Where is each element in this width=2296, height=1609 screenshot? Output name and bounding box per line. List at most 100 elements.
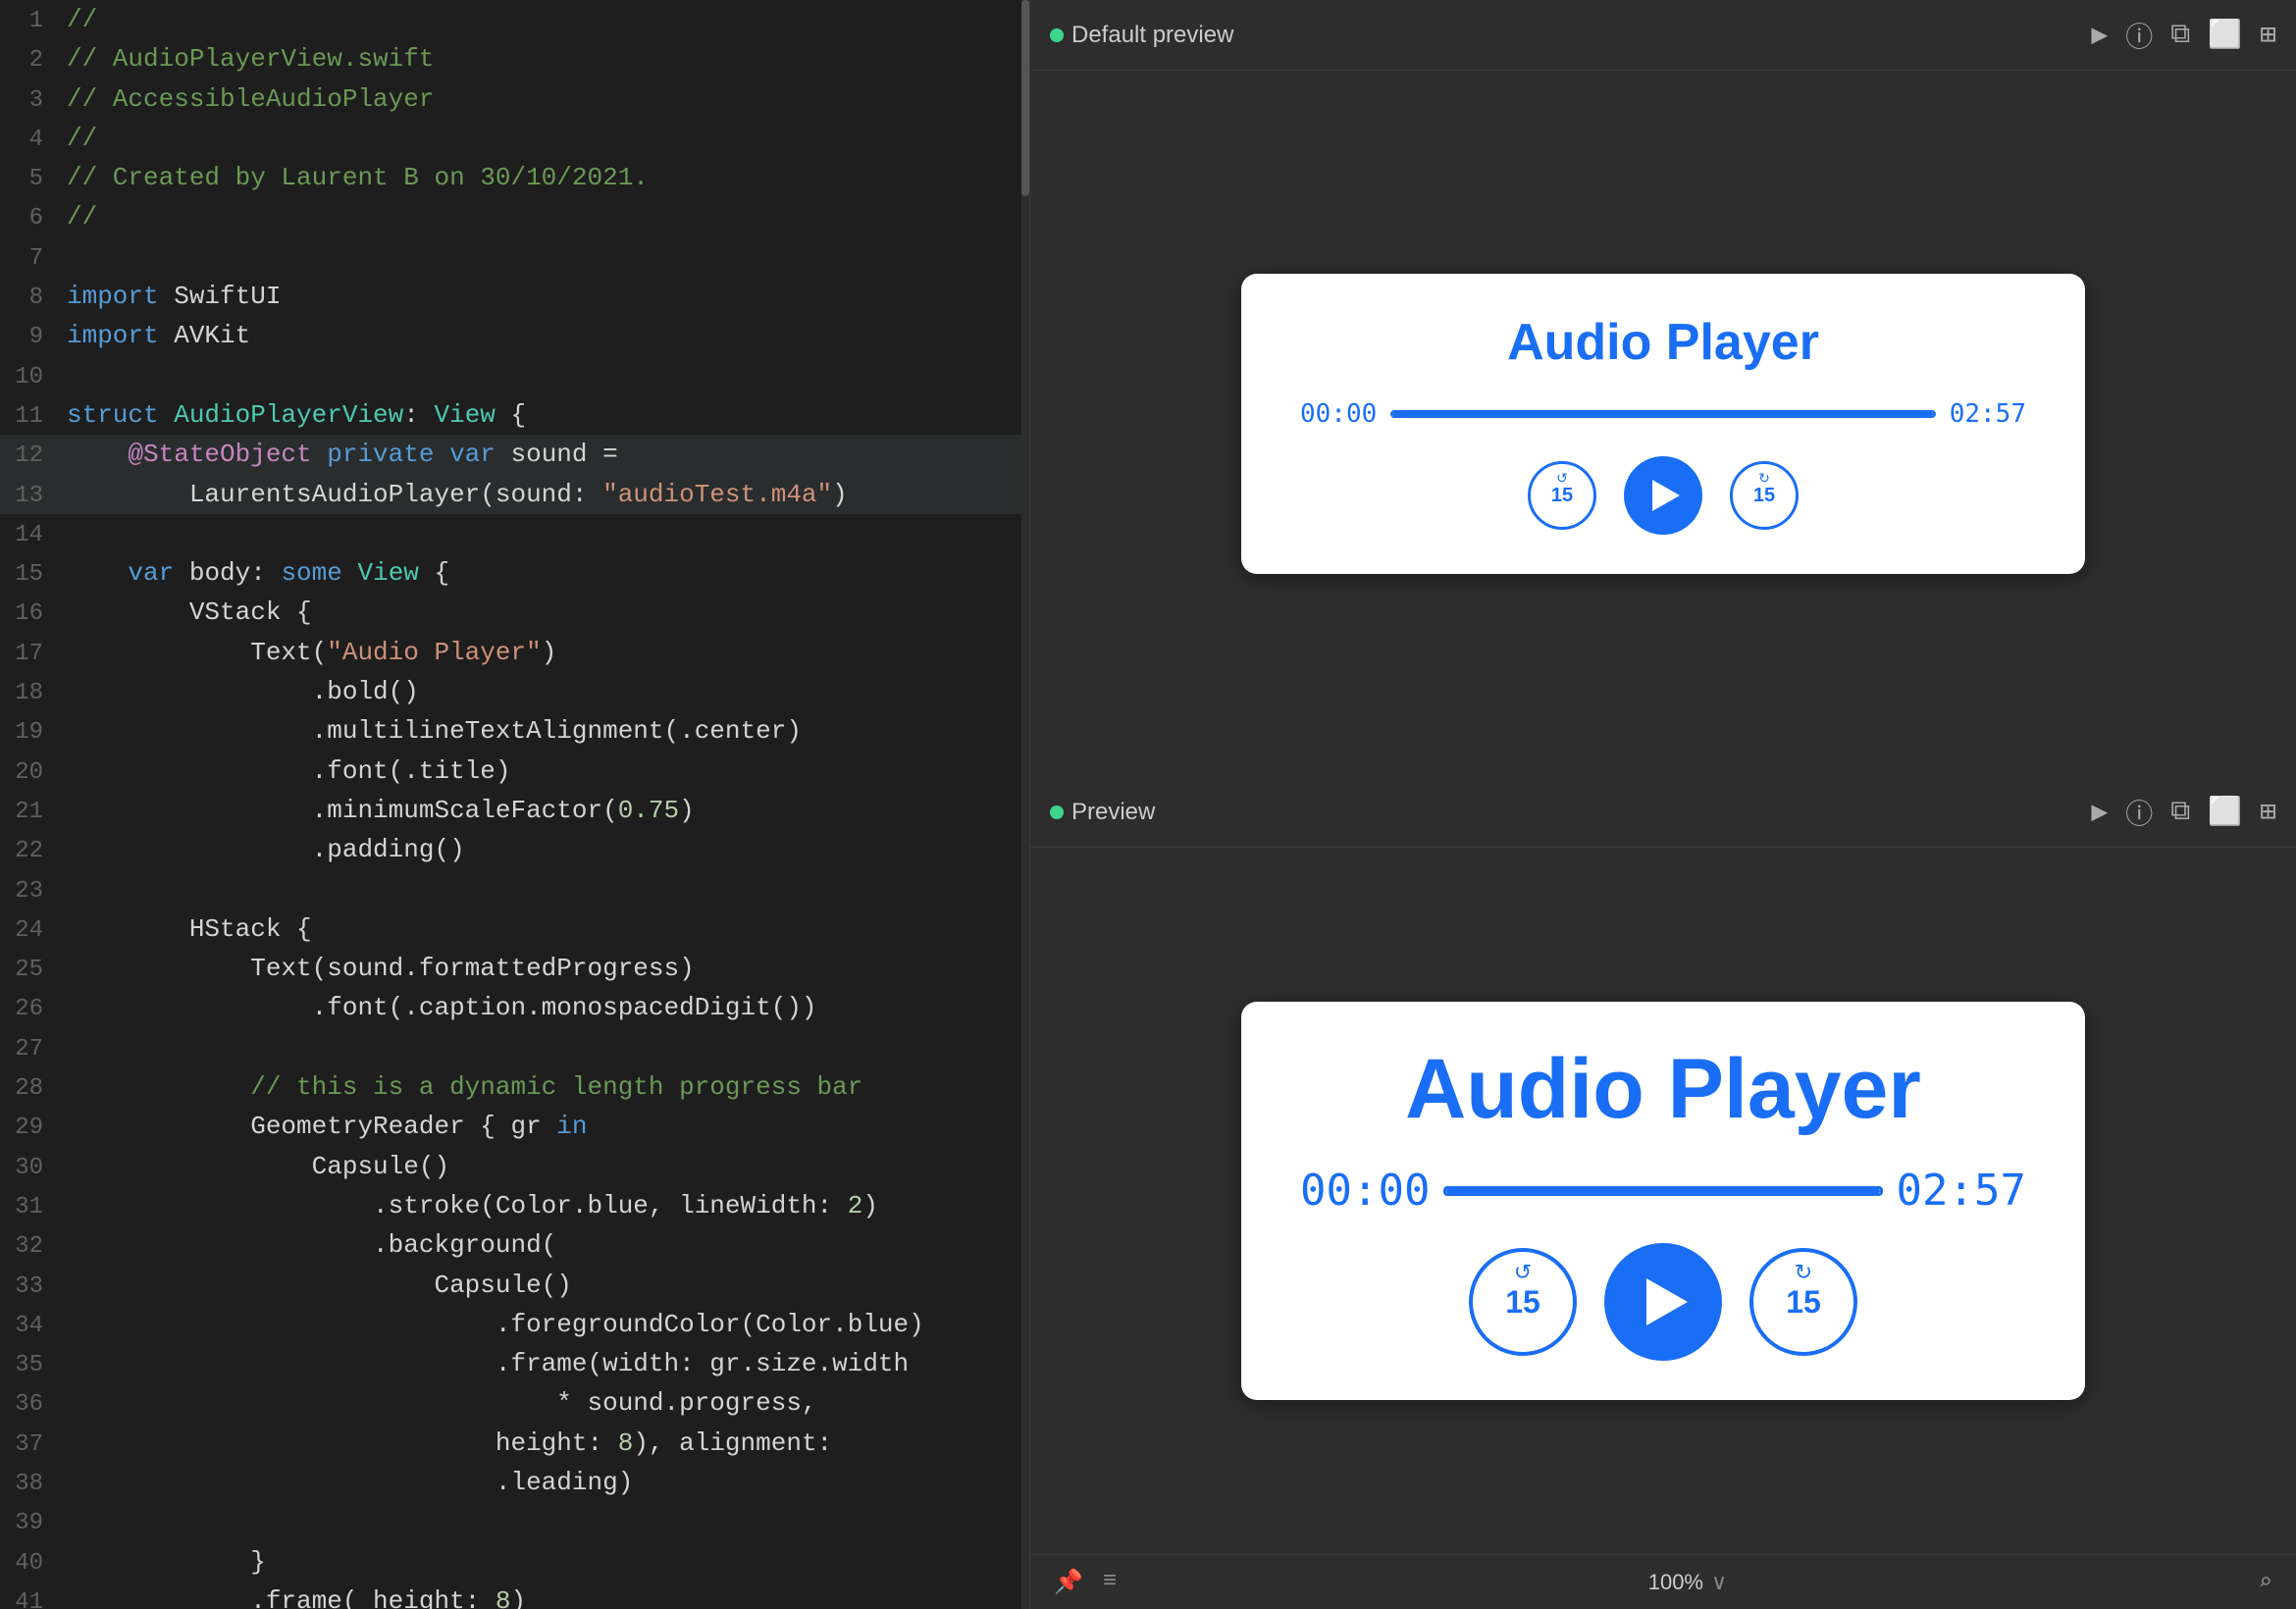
scrollbar-track[interactable] bbox=[1021, 0, 1029, 1609]
zoom-control[interactable]: 100% ∨ bbox=[1648, 1570, 1727, 1595]
line-number: 21 bbox=[0, 794, 59, 830]
line-content: .foregroundColor(Color.blue) bbox=[59, 1305, 1029, 1344]
code-line-22: 22 .padding() bbox=[0, 830, 1029, 869]
device-icon[interactable]: ⬜ bbox=[2208, 18, 2242, 52]
line-number: 4 bbox=[0, 122, 59, 158]
line-content bbox=[59, 1502, 1029, 1541]
line-content: height: 8), alignment: bbox=[59, 1424, 1029, 1463]
code-line-28: 28 // this is a dynamic length progress … bbox=[0, 1067, 1029, 1107]
line-number: 41 bbox=[0, 1584, 59, 1609]
bottom-player-title: Audio Player bbox=[1405, 1041, 1921, 1138]
status-dot-bottom bbox=[1050, 805, 1064, 819]
top-skip-back-button[interactable]: ↺ 15 bbox=[1528, 461, 1596, 530]
top-skip-back-label: 15 bbox=[1551, 485, 1573, 507]
bottom-skip-fwd-label: 15 bbox=[1786, 1284, 1821, 1321]
orient-icon[interactable]: ⊞ bbox=[2260, 18, 2276, 52]
line-number: 23 bbox=[0, 873, 59, 909]
list-icon[interactable]: ≡ bbox=[1103, 1569, 1117, 1595]
line-content: Text(sound.formattedProgress) bbox=[59, 949, 1029, 988]
code-line-19: 19 .multilineTextAlignment(.center) bbox=[0, 711, 1029, 751]
code-content: 1//2// AudioPlayerView.swift3// Accessib… bbox=[0, 0, 1029, 1609]
code-line-25: 25 Text(sound.formattedProgress) bbox=[0, 949, 1029, 988]
bottom-skip-back-arrow-icon: ↺ bbox=[1514, 1260, 1532, 1285]
line-content: @StateObject private var sound = bbox=[59, 435, 1029, 474]
bottom-time-start: 00:00 bbox=[1300, 1166, 1430, 1216]
run-icon[interactable]: ▶ bbox=[2091, 18, 2108, 52]
line-number: 38 bbox=[0, 1466, 59, 1502]
search-icon[interactable]: ⌕ bbox=[2259, 1568, 2272, 1597]
bottom-skip-back-button[interactable]: ↺ 15 bbox=[1469, 1248, 1577, 1356]
line-number: 1 bbox=[0, 3, 59, 39]
line-number: 11 bbox=[0, 398, 59, 435]
line-number: 9 bbox=[0, 319, 59, 355]
zoom-chevron-icon: ∨ bbox=[1711, 1570, 1727, 1595]
zoom-label: 100% bbox=[1648, 1570, 1703, 1595]
code-line-11: 11struct AudioPlayerView: View { bbox=[0, 395, 1029, 435]
bottom-info-icon[interactable]: ⓘ bbox=[2125, 793, 2153, 832]
line-content: // AccessibleAudioPlayer bbox=[59, 79, 1029, 119]
bottom-time-end: 02:57 bbox=[1897, 1166, 2026, 1216]
line-number: 18 bbox=[0, 675, 59, 711]
line-content: .background( bbox=[59, 1225, 1029, 1265]
line-number: 22 bbox=[0, 833, 59, 869]
line-content: } bbox=[59, 1542, 1029, 1582]
code-line-40: 40 } bbox=[0, 1542, 1029, 1582]
bottom-skip-forward-button[interactable]: ↻ 15 bbox=[1749, 1248, 1857, 1356]
bottom-orient-icon[interactable]: ⊞ bbox=[2260, 795, 2276, 829]
code-line-17: 17 Text("Audio Player") bbox=[0, 633, 1029, 672]
skip-fwd-arrow-icon: ↻ bbox=[1758, 470, 1770, 487]
code-line-3: 3// AccessibleAudioPlayer bbox=[0, 79, 1029, 119]
duplicate-icon[interactable]: ⧉ bbox=[2170, 20, 2190, 51]
line-content: Text("Audio Player") bbox=[59, 633, 1029, 672]
code-line-14: 14 bbox=[0, 514, 1029, 553]
bottom-skip-fwd-arrow-icon: ↻ bbox=[1795, 1260, 1812, 1285]
pin-icon[interactable]: 📌 bbox=[1054, 1568, 1083, 1597]
top-player-title: Audio Player bbox=[1507, 313, 1819, 372]
code-line-21: 21 .minimumScaleFactor(0.75) bbox=[0, 791, 1029, 830]
bottom-duplicate-icon[interactable]: ⧉ bbox=[2170, 797, 2190, 828]
code-line-13: 13 LaurentsAudioPlayer(sound: "audioTest… bbox=[0, 475, 1029, 514]
line-number: 8 bbox=[0, 280, 59, 316]
bottom-controls-row: ↺ 15 ↻ 15 bbox=[1469, 1243, 1857, 1361]
line-content: .leading) bbox=[59, 1463, 1029, 1502]
bottom-progress-track[interactable] bbox=[1443, 1186, 1882, 1196]
line-number: 40 bbox=[0, 1545, 59, 1582]
code-editor[interactable]: 1//2// AudioPlayerView.swift3// Accessib… bbox=[0, 0, 1030, 1609]
skip-back-arrow-icon: ↺ bbox=[1556, 470, 1568, 487]
info-icon[interactable]: ⓘ bbox=[2125, 16, 2153, 55]
bottom-run-icon[interactable]: ▶ bbox=[2091, 795, 2108, 829]
code-line-18: 18 .bold() bbox=[0, 672, 1029, 711]
top-skip-forward-button[interactable]: ↻ 15 bbox=[1730, 461, 1799, 530]
line-content: .font(.caption.monospacedDigit()) bbox=[59, 988, 1029, 1027]
preview-panel: Default preview ▶ ⓘ ⧉ ⬜ ⊞ Audio Player 0… bbox=[1030, 0, 2296, 1609]
line-content: .font(.title) bbox=[59, 752, 1029, 791]
line-number: 37 bbox=[0, 1427, 59, 1463]
line-content: .stroke(Color.blue, lineWidth: 2) bbox=[59, 1186, 1029, 1225]
line-content: // Created by Laurent B on 30/10/2021. bbox=[59, 158, 1029, 197]
bottom-preview-title: Preview bbox=[1071, 799, 1155, 826]
bottom-device-icon[interactable]: ⬜ bbox=[2208, 795, 2242, 829]
top-play-icon bbox=[1652, 480, 1680, 511]
code-line-24: 24 HStack { bbox=[0, 909, 1029, 949]
code-line-38: 38 .leading) bbox=[0, 1463, 1029, 1502]
line-number: 26 bbox=[0, 991, 59, 1027]
line-number: 16 bbox=[0, 596, 59, 632]
line-content bbox=[59, 1028, 1029, 1067]
code-line-16: 16 VStack { bbox=[0, 593, 1029, 632]
top-preview-card-wrap: Audio Player 00:00 02:57 ↺ 15 ↻ 15 bbox=[1030, 71, 2296, 777]
scrollbar-thumb[interactable] bbox=[1021, 0, 1029, 196]
bottom-skip-back-label: 15 bbox=[1505, 1284, 1540, 1321]
top-play-button[interactable] bbox=[1624, 456, 1702, 535]
code-line-23: 23 bbox=[0, 870, 1029, 909]
top-preview-card: Audio Player 00:00 02:57 ↺ 15 ↻ 15 bbox=[1241, 274, 2085, 574]
top-progress-track[interactable] bbox=[1390, 410, 1935, 418]
code-line-15: 15 var body: some View { bbox=[0, 553, 1029, 593]
line-content: // bbox=[59, 197, 1029, 236]
line-content: struct AudioPlayerView: View { bbox=[59, 395, 1029, 435]
line-number: 36 bbox=[0, 1386, 59, 1423]
top-preview-toolbar: Default preview ▶ ⓘ ⧉ ⬜ ⊞ bbox=[1030, 0, 2296, 71]
code-line-35: 35 .frame(width: gr.size.width bbox=[0, 1344, 1029, 1383]
line-number: 39 bbox=[0, 1505, 59, 1541]
bottom-play-button[interactable] bbox=[1604, 1243, 1722, 1361]
line-content: .frame(width: gr.size.width bbox=[59, 1344, 1029, 1383]
